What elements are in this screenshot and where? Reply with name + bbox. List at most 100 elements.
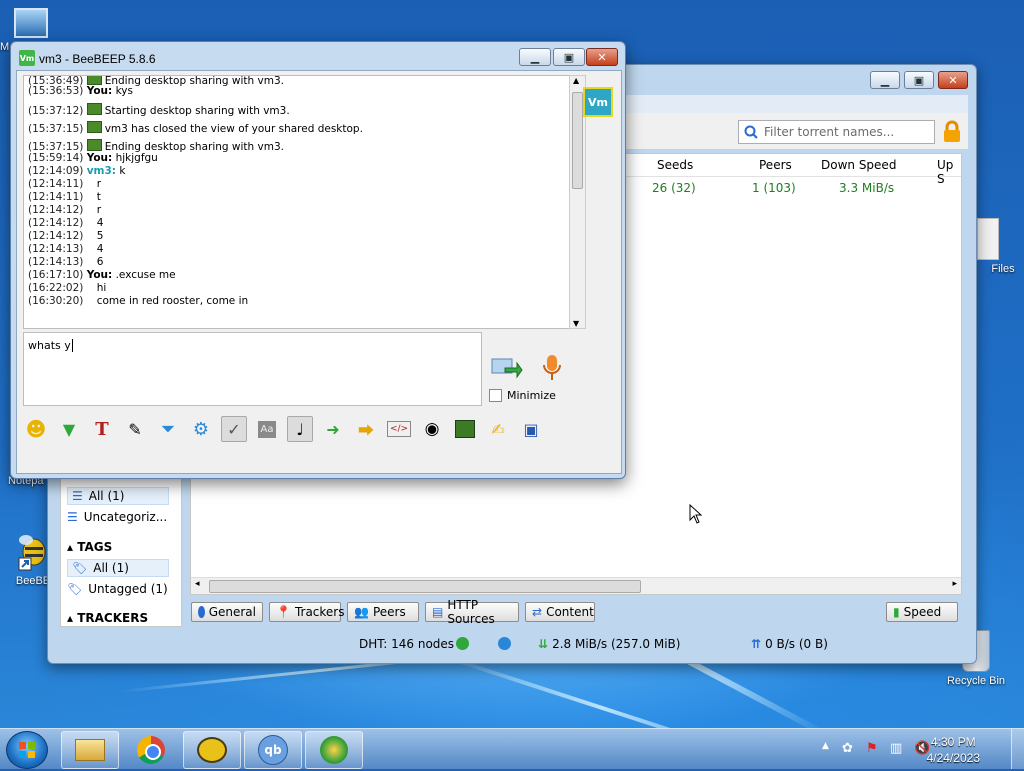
scroll-right-icon[interactable]: ▸ xyxy=(952,579,957,589)
alt-speed-toggle[interactable] xyxy=(498,637,511,650)
html-code-button[interactable]: </> xyxy=(386,416,412,442)
message-sender: You: xyxy=(86,152,113,164)
filter-torrent-input-wrapper[interactable] xyxy=(738,120,935,144)
bee-close-button[interactable]: ✕ xyxy=(586,48,618,66)
green-chevron-icon: ▼ xyxy=(62,419,76,439)
lock-icon[interactable] xyxy=(942,120,962,144)
sidebar-section-label: TAGS xyxy=(77,540,113,554)
sidebar-item-category-all[interactable]: ☰ All (1) xyxy=(67,487,169,505)
emoticons-button[interactable]: ☻ xyxy=(23,416,49,442)
chat-history[interactable]: (15:36:49) Ending desktop sharing with v… xyxy=(23,75,571,329)
user-avatar-vm3[interactable]: Vm xyxy=(583,87,613,117)
bee-tray-icon[interactable]: ✿ xyxy=(842,741,853,756)
sound-button[interactable]: ♩ xyxy=(287,416,313,442)
tab-http-sources[interactable]: ▤ HTTP Sources xyxy=(425,598,519,626)
font-color-button[interactable]: ✎ xyxy=(122,416,148,442)
column-header-down-speed[interactable]: Down Speed xyxy=(821,158,896,172)
action-center-icon[interactable]: ⚑ xyxy=(866,741,878,756)
message-text: hi xyxy=(96,282,107,294)
vscroll-thumb[interactable] xyxy=(572,92,583,189)
column-header-seeds[interactable]: Seeds xyxy=(657,158,693,172)
tab-general[interactable]: General xyxy=(191,602,263,622)
window-title: vm3 - BeeBEEP 5.8.6 xyxy=(39,52,156,66)
minimize-checkbox[interactable]: Minimize xyxy=(489,389,556,402)
message-timestamp: (12:14:09) xyxy=(28,165,84,177)
start-button[interactable] xyxy=(6,731,48,769)
sidebar-section-trackers[interactable]: ▴ TRACKERS xyxy=(67,611,148,625)
close-icon: ✕ xyxy=(597,50,607,64)
hscroll-thumb[interactable] xyxy=(209,580,641,593)
column-header-peers[interactable]: Peers xyxy=(759,158,792,172)
download-speed-status[interactable]: ⇊ 2.8 MiB/s (257.0 MiB) xyxy=(538,637,680,651)
text-style-button[interactable]: Aa xyxy=(254,416,280,442)
send-file-button[interactable]: ➜ xyxy=(320,416,346,442)
send-button[interactable] xyxy=(491,355,523,381)
info-icon xyxy=(198,606,205,618)
taskbar-clock[interactable]: 4:30 PM 4/24/2023 xyxy=(927,734,980,766)
voice-message-button[interactable] xyxy=(541,353,563,383)
send-icon xyxy=(491,358,523,379)
qbittorrent-icon: qb xyxy=(258,735,288,765)
notes-button[interactable]: ✍ xyxy=(485,416,511,442)
column-header-up-speed[interactable]: Up S xyxy=(937,158,961,186)
gear-icon: ⚙ xyxy=(192,418,210,440)
chat-message: (12:14:13) 6 xyxy=(28,256,103,268)
tab-peers[interactable]: 👥 Peers xyxy=(347,602,419,622)
message-timestamp: (15:37:12) xyxy=(28,105,84,117)
torrent-list-hscroll[interactable]: ◂ ▸ xyxy=(191,577,961,594)
sidebar-item-tags-all[interactable]: 🏷 All (1) xyxy=(67,559,169,577)
qb-statusbar: DHT: 146 nodes ⇊ 2.8 MiB/s (257.0 MiB) ⇈ 0… xyxy=(48,633,976,655)
scroll-left-icon[interactable]: ◂ xyxy=(195,579,200,589)
filter-button[interactable]: ⏷ xyxy=(155,416,181,442)
taskbar-qbittorrent[interactable]: qb xyxy=(244,731,302,769)
message-text: r xyxy=(96,204,102,216)
bee-maximize-button[interactable]: ▣ xyxy=(553,48,585,66)
desktop-icon-label: M xyxy=(0,41,10,53)
beebeep-body: (15:36:49) Ending desktop sharing with v… xyxy=(16,70,622,474)
taskbar-chrome[interactable] xyxy=(122,731,180,769)
qb-maximize-button[interactable]: ▣ xyxy=(904,71,934,89)
scroll-up-icon[interactable]: ▲ xyxy=(573,76,579,85)
sidebar-section-tags[interactable]: ▴ TAGS xyxy=(67,540,112,554)
taskbar-beebeep[interactable] xyxy=(183,731,241,769)
scroll-down-icon[interactable]: ▼ xyxy=(573,319,579,328)
server-icon: ▤ xyxy=(432,605,444,619)
taskbar-windows-explorer[interactable] xyxy=(305,731,363,769)
desktop-icon-label: Files xyxy=(991,263,1015,275)
chat-message: (12:14:11) t xyxy=(28,191,101,203)
save-chat-button[interactable]: ▣ xyxy=(518,416,544,442)
sidebar-item-label: Uncategoriz... xyxy=(83,510,168,524)
send-folder-button[interactable]: ⮕ xyxy=(353,416,379,442)
microphone-icon xyxy=(543,355,561,380)
sidebar-item-untagged[interactable]: 🏷 Untagged (1) xyxy=(67,582,168,596)
message-input[interactable]: whats y xyxy=(23,332,482,406)
network-icon[interactable]: ▥ xyxy=(890,741,902,756)
qb-close-button[interactable]: ✕ xyxy=(938,71,968,89)
spell-check-button[interactable]: ✓ xyxy=(221,416,247,442)
upload-speed-text: 0 B/s (0 B) xyxy=(765,637,828,651)
chrome-icon xyxy=(137,736,165,764)
connection-status[interactable] xyxy=(456,637,469,650)
bee-minimize-button[interactable]: ▁ xyxy=(519,48,551,66)
message-text: 6 xyxy=(96,256,104,268)
emoticons-menu-button[interactable]: ▼ xyxy=(56,416,82,442)
settings-button[interactable]: ⚙ xyxy=(188,416,214,442)
chat-message: (15:36:53) You: kys xyxy=(28,85,133,97)
tab-content[interactable]: ⇄ Content xyxy=(525,602,595,622)
font-button[interactable]: T xyxy=(89,416,115,442)
share-desktop-button[interactable] xyxy=(452,416,478,442)
sidebar-item-uncategorized[interactable]: ☰ Uncategoriz... xyxy=(67,510,167,524)
checkbox-box[interactable] xyxy=(489,389,502,402)
show-desktop-button[interactable] xyxy=(1011,729,1024,769)
qb-minimize-button[interactable]: ▁ xyxy=(870,71,900,89)
speed-button[interactable]: ▮ Speed xyxy=(886,602,958,622)
taskbar-explorer[interactable] xyxy=(61,731,119,769)
filter-torrent-input[interactable] xyxy=(762,124,931,140)
minimize-icon: ▁ xyxy=(880,73,890,87)
message-timestamp: (12:14:11) xyxy=(28,191,84,203)
show-hidden-icons-button[interactable]: ▲ xyxy=(822,741,829,751)
chat-message: (15:37:15) vm3 has closed the view of yo… xyxy=(28,121,363,135)
upload-speed-status[interactable]: ⇈ 0 B/s (0 B) xyxy=(751,637,828,651)
tab-trackers[interactable]: 📍 Trackers xyxy=(269,602,345,622)
screenshot-button[interactable]: ◉ xyxy=(419,416,445,442)
